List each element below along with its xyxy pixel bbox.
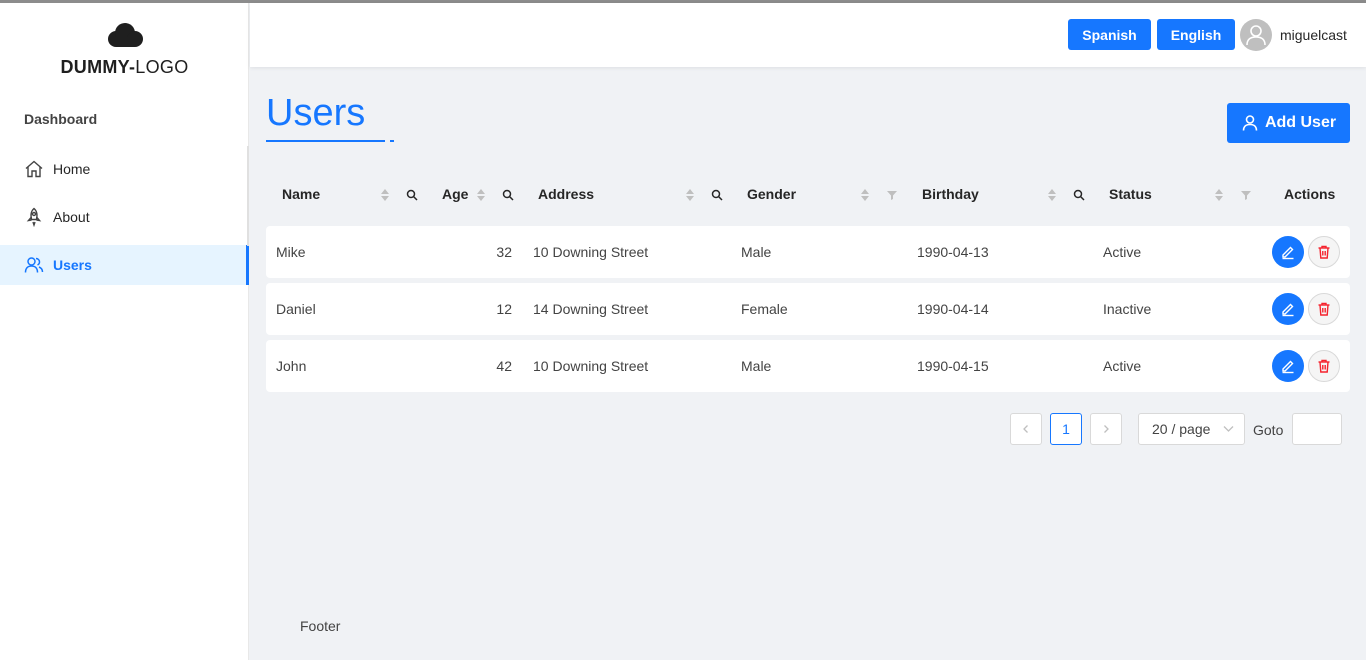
search-icon[interactable] bbox=[711, 189, 723, 201]
user-avatar-icon bbox=[1246, 25, 1266, 46]
spanish-language-button[interactable]: Spanish bbox=[1068, 19, 1151, 50]
delete-button[interactable] bbox=[1308, 236, 1340, 268]
cell-birthday: 1990-04-14 bbox=[917, 301, 989, 317]
cell-status: Inactive bbox=[1103, 301, 1152, 317]
trash-icon bbox=[1318, 245, 1330, 259]
delete-button[interactable] bbox=[1308, 293, 1340, 325]
table-row: Daniel 12 14 Downing Street Female 1990-… bbox=[266, 283, 1350, 335]
chevron-left-icon bbox=[1023, 425, 1028, 433]
sort-icon[interactable] bbox=[685, 187, 695, 203]
sidebar-scrollbar[interactable] bbox=[247, 146, 249, 246]
page-title: Users bbox=[266, 92, 366, 134]
sidebar-item-about[interactable]: About bbox=[0, 197, 249, 237]
chevron-down-icon bbox=[1223, 426, 1234, 432]
rocket-icon bbox=[26, 207, 42, 227]
cell-address: 14 Downing Street bbox=[533, 301, 649, 317]
english-language-button[interactable]: English bbox=[1157, 19, 1235, 50]
edit-icon bbox=[1282, 360, 1294, 374]
cell-name: Mike bbox=[276, 244, 306, 260]
page-number-button[interactable]: 1 bbox=[1050, 413, 1082, 445]
column-header-address[interactable]: Address bbox=[538, 186, 594, 202]
cloud-logo-icon bbox=[107, 23, 143, 47]
avatar[interactable] bbox=[1240, 19, 1272, 51]
edit-icon bbox=[1282, 246, 1294, 260]
logo[interactable]: DUMMY-LOGO bbox=[0, 23, 249, 83]
edit-icon bbox=[1282, 303, 1294, 317]
goto-label: Goto bbox=[1253, 422, 1284, 438]
cell-address: 10 Downing Street bbox=[533, 244, 649, 260]
page-size-value: 20 / page bbox=[1152, 421, 1211, 437]
edit-button[interactable] bbox=[1272, 236, 1304, 268]
search-icon[interactable] bbox=[406, 189, 418, 201]
users-icon bbox=[24, 257, 44, 273]
column-header-age[interactable]: Age bbox=[442, 186, 468, 202]
column-header-name[interactable]: Name bbox=[282, 186, 320, 202]
filter-icon[interactable] bbox=[886, 189, 898, 201]
sidebar-item-label: About bbox=[53, 209, 90, 225]
add-user-label: Add User bbox=[1264, 114, 1337, 131]
goto-input[interactable] bbox=[1292, 413, 1342, 445]
cell-gender: Male bbox=[741, 358, 772, 374]
sidebar-item-users[interactable]: Users bbox=[0, 245, 249, 285]
cell-birthday: 1990-04-15 bbox=[917, 358, 989, 374]
user-icon bbox=[1242, 115, 1258, 131]
cell-status: Active bbox=[1103, 244, 1142, 260]
cell-age: 42 bbox=[496, 358, 512, 374]
home-icon bbox=[25, 160, 43, 178]
sidebar-item-label: Home bbox=[53, 161, 91, 177]
cell-name: Daniel bbox=[276, 301, 316, 317]
table-row: Mike 32 10 Downing Street Male 1990-04-1… bbox=[266, 226, 1350, 278]
column-header-actions: Actions bbox=[1284, 186, 1336, 202]
cell-gender: Female bbox=[741, 301, 788, 317]
sort-icon[interactable] bbox=[860, 187, 870, 203]
cell-age: 32 bbox=[496, 244, 512, 260]
cell-address: 10 Downing Street bbox=[533, 358, 649, 374]
title-underline bbox=[266, 140, 385, 142]
sort-icon[interactable] bbox=[380, 187, 390, 203]
cell-status: Active bbox=[1103, 358, 1142, 374]
prev-page-button[interactable] bbox=[1010, 413, 1042, 445]
username[interactable]: miguelcast bbox=[1280, 27, 1347, 43]
title-underline-dot bbox=[390, 140, 394, 142]
page-size-select[interactable]: 20 / page bbox=[1138, 413, 1245, 445]
sidebar-item-label: Users bbox=[53, 257, 92, 273]
top-header: Spanish English miguelcast bbox=[250, 3, 1366, 67]
sort-icon[interactable] bbox=[1047, 187, 1057, 203]
search-icon[interactable] bbox=[1073, 189, 1085, 201]
edit-button[interactable] bbox=[1272, 293, 1304, 325]
cell-age: 12 bbox=[496, 301, 512, 317]
search-icon[interactable] bbox=[502, 189, 514, 201]
sort-icon[interactable] bbox=[1214, 187, 1224, 203]
trash-icon bbox=[1318, 359, 1330, 373]
sort-icon[interactable] bbox=[476, 187, 486, 203]
footer: Footer bbox=[300, 618, 341, 634]
delete-button[interactable] bbox=[1308, 350, 1340, 382]
cell-name: John bbox=[276, 358, 307, 374]
column-header-birthday[interactable]: Birthday bbox=[922, 186, 979, 202]
cell-birthday: 1990-04-13 bbox=[917, 244, 989, 260]
filter-icon[interactable] bbox=[1240, 189, 1252, 201]
sidebar-section-title: Dashboard bbox=[24, 111, 98, 127]
cell-gender: Male bbox=[741, 244, 772, 260]
table-row: John 42 10 Downing Street Male 1990-04-1… bbox=[266, 340, 1350, 392]
column-header-status[interactable]: Status bbox=[1109, 186, 1152, 202]
sidebar-item-home[interactable]: Home bbox=[0, 149, 249, 189]
column-header-gender[interactable]: Gender bbox=[747, 186, 796, 202]
trash-icon bbox=[1318, 302, 1330, 316]
next-page-button[interactable] bbox=[1090, 413, 1122, 445]
add-user-button[interactable]: Add User bbox=[1227, 103, 1350, 143]
sidebar: DUMMY-LOGO Dashboard Home About Users bbox=[0, 3, 249, 660]
logo-text: DUMMY-LOGO bbox=[60, 57, 189, 77]
chevron-right-icon bbox=[1104, 425, 1109, 433]
edit-button[interactable] bbox=[1272, 350, 1304, 382]
